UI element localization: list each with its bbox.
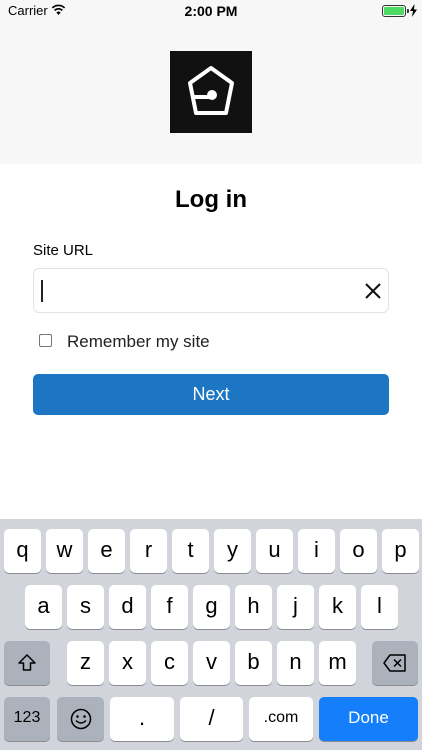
status-bar: Carrier 2:00 PM [0,0,422,22]
clear-icon[interactable] [360,278,386,304]
app-logo-icon [170,51,252,133]
header [0,22,422,164]
site-url-input[interactable] [33,268,389,313]
key-j[interactable]: j [277,585,314,629]
key-t[interactable]: t [172,529,209,573]
key-z[interactable]: z [67,641,104,685]
key-s[interactable]: s [67,585,104,629]
text-cursor [41,280,43,302]
key-p[interactable]: p [382,529,419,573]
remember-checkbox[interactable] [39,334,52,347]
key-g[interactable]: g [193,585,230,629]
key-n[interactable]: n [277,641,314,685]
key-x[interactable]: x [109,641,146,685]
key-h[interactable]: h [235,585,272,629]
shift-icon [18,654,36,671]
emoji-icon [70,708,91,730]
key-m[interactable]: m [319,641,356,685]
status-time: 2:00 PM [184,3,238,19]
key-y[interactable]: y [214,529,251,573]
slash-key[interactable]: / [180,697,243,741]
key-e[interactable]: e [88,529,125,573]
key-o[interactable]: o [340,529,377,573]
emoji-key[interactable] [57,697,104,741]
key-f[interactable]: f [151,585,188,629]
battery-cap [407,9,409,13]
dotcom-key[interactable]: .com [249,697,313,741]
done-key[interactable]: Done [319,697,418,741]
charging-icon [410,4,417,17]
key-i[interactable]: i [298,529,335,573]
key-a[interactable]: a [25,585,62,629]
key-k[interactable]: k [319,585,356,629]
shift-key[interactable] [4,641,50,685]
key-c[interactable]: c [151,641,188,685]
dot-key[interactable]: . [110,697,174,741]
numbers-key[interactable]: 123 [4,697,50,741]
site-url-label: Site URL [33,242,94,259]
key-w[interactable]: w [46,529,83,573]
battery-icon [382,5,406,17]
key-q[interactable]: q [4,529,41,573]
backspace-icon [383,654,406,672]
key-b[interactable]: b [235,641,272,685]
key-u[interactable]: u [256,529,293,573]
key-d[interactable]: d [109,585,146,629]
key-l[interactable]: l [361,585,398,629]
key-r[interactable]: r [130,529,167,573]
keyboard: q w e r t y u i o p a s d f g h j k l z … [0,519,422,750]
page-title: Log in [175,186,247,213]
remember-label[interactable]: Remember my site [67,332,210,352]
next-button[interactable]: Next [33,374,389,415]
key-v[interactable]: v [193,641,230,685]
backspace-key[interactable] [372,641,418,685]
